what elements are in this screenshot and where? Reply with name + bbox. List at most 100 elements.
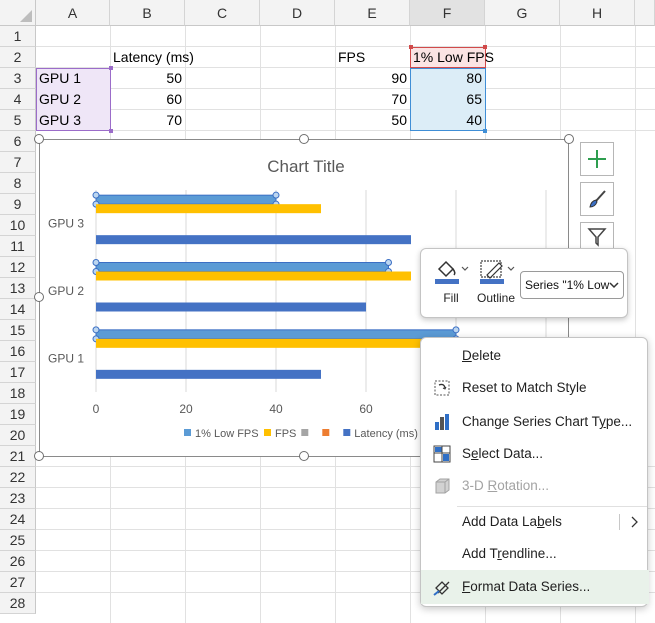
cell-f3[interactable]: 80 <box>410 68 485 89</box>
row-header-24[interactable]: 24 <box>0 509 36 530</box>
y-category-label[interactable]: GPU 2 <box>48 284 84 298</box>
row-header-17[interactable]: 17 <box>0 362 36 383</box>
column-header-c[interactable]: C <box>185 0 260 26</box>
menu-item-add-data-labels[interactable]: Add Data Labels <box>421 506 649 538</box>
bar-selection-handle[interactable] <box>272 191 280 199</box>
row-header-3[interactable]: 3 <box>0 68 36 89</box>
bar-1-low-fps[interactable] <box>95 194 277 205</box>
menu-item-change-chart-type[interactable]: Change Series Chart Type... <box>421 406 649 438</box>
range-handle[interactable] <box>409 45 413 49</box>
resize-handle-nw[interactable] <box>34 134 44 144</box>
row-header-22[interactable]: 22 <box>0 467 36 488</box>
resize-handle-s[interactable] <box>299 451 309 461</box>
legend-swatch[interactable] <box>322 429 330 436</box>
y-category-label[interactable]: GPU 1 <box>48 351 84 365</box>
column-header-d[interactable]: D <box>260 0 335 26</box>
row-header-19[interactable]: 19 <box>0 404 36 425</box>
menu-item-delete[interactable]: Delete <box>421 340 649 372</box>
row-header-7[interactable]: 7 <box>0 152 36 173</box>
cell-f2[interactable]: 1% Low FPS <box>410 47 502 68</box>
legend-swatch[interactable] <box>301 429 309 436</box>
cell-e4[interactable]: 70 <box>335 89 410 110</box>
row-header-16[interactable]: 16 <box>0 341 36 362</box>
resize-handle-n[interactable] <box>299 134 309 144</box>
resize-handle-w[interactable] <box>34 292 44 302</box>
bar-latency-ms-[interactable] <box>96 369 321 379</box>
cell-b4[interactable]: 60 <box>110 89 185 110</box>
row-header-23[interactable]: 23 <box>0 488 36 509</box>
series-select[interactable]: Series "1% Low <box>520 271 624 299</box>
x-tick-label[interactable]: 20 <box>179 402 193 416</box>
bar-1-low-fps[interactable] <box>95 262 389 272</box>
cell-b3[interactable]: 50 <box>110 68 185 89</box>
cell-b5[interactable]: 70 <box>110 110 185 131</box>
cell-f5[interactable]: 40 <box>410 110 485 131</box>
row-header-10[interactable]: 10 <box>0 215 36 236</box>
legend-swatch[interactable] <box>343 429 351 436</box>
row-header-6[interactable]: 6 <box>0 131 36 152</box>
row-header-13[interactable]: 13 <box>0 278 36 299</box>
menu-item-format-data-series[interactable]: Format Data Series... <box>421 570 649 604</box>
row-header-26[interactable]: 26 <box>0 551 36 572</box>
row-header-18[interactable]: 18 <box>0 383 36 404</box>
column-header-i[interactable] <box>635 0 655 26</box>
column-header-g[interactable]: G <box>485 0 560 26</box>
cell-a4[interactable]: GPU 2 <box>36 89 110 110</box>
outline-button[interactable]: Outline <box>473 255 519 313</box>
row-header-27[interactable]: 27 <box>0 572 36 593</box>
menu-item-select-data[interactable]: Select Data... <box>421 438 649 470</box>
legend-swatch[interactable] <box>264 429 271 436</box>
legend-label[interactable]: Latency (ms) <box>354 428 418 440</box>
chart-filters-button[interactable] <box>580 222 614 248</box>
row-header-2[interactable]: 2 <box>0 47 36 68</box>
row-header-9[interactable]: 9 <box>0 194 36 215</box>
column-header-f[interactable]: F <box>410 0 485 26</box>
bar-selection-handle[interactable] <box>92 259 100 266</box>
bar-selection-handle[interactable] <box>92 326 100 334</box>
cell-e5[interactable]: 50 <box>335 110 410 131</box>
range-handle[interactable] <box>109 129 113 133</box>
row-header-28[interactable]: 28 <box>0 593 36 614</box>
row-header-11[interactable]: 11 <box>0 236 36 257</box>
row-header-15[interactable]: 15 <box>0 320 36 341</box>
bar-selection-handle[interactable] <box>92 191 100 199</box>
range-handle[interactable] <box>483 45 487 49</box>
resize-handle-ne[interactable] <box>564 134 574 144</box>
range-handle[interactable] <box>109 66 113 70</box>
cell-f4[interactable]: 65 <box>410 89 485 110</box>
bar-1-low-fps[interactable] <box>95 329 457 340</box>
row-header-1[interactable]: 1 <box>0 26 36 47</box>
column-header-a[interactable]: A <box>36 0 110 26</box>
x-tick-label[interactable]: 40 <box>269 402 283 416</box>
bar-latency-ms-[interactable] <box>96 302 366 312</box>
legend-label[interactable]: 1% Low FPS <box>195 428 259 440</box>
row-header-8[interactable]: 8 <box>0 173 36 194</box>
legend-swatch[interactable] <box>184 429 191 436</box>
row-header-25[interactable]: 25 <box>0 530 36 551</box>
column-header-e[interactable]: E <box>335 0 410 26</box>
cell-a5[interactable]: GPU 3 <box>36 110 110 131</box>
resize-handle-sw[interactable] <box>34 451 44 461</box>
row-header-12[interactable]: 12 <box>0 257 36 278</box>
range-handle[interactable] <box>483 129 487 133</box>
spreadsheet[interactable]: A B C D E F G H 1 2 3 4 5 6 7 8 9 10 11 … <box>0 0 655 623</box>
menu-item-3d-rotation[interactable]: 3-D Rotation... <box>421 470 649 502</box>
x-tick-label[interactable]: 60 <box>359 402 373 416</box>
cell-e3[interactable]: 90 <box>335 68 410 89</box>
row-header-20[interactable]: 20 <box>0 425 36 446</box>
column-header-b[interactable]: B <box>110 0 185 26</box>
x-tick-label[interactable]: 0 <box>93 402 100 416</box>
chart-elements-button[interactable] <box>580 142 614 176</box>
chart-styles-button[interactable] <box>580 182 614 216</box>
column-header-h[interactable]: H <box>560 0 635 26</box>
menu-item-reset-style[interactable]: Reset to Match Style <box>421 372 649 404</box>
y-category-label[interactable]: GPU 3 <box>48 217 84 231</box>
select-all-corner[interactable] <box>0 0 36 26</box>
legend-label[interactable]: FPS <box>275 428 296 440</box>
row-header-4[interactable]: 4 <box>0 89 36 110</box>
bar-fps[interactable] <box>96 271 411 281</box>
bar-selection-handle[interactable] <box>452 326 460 334</box>
bar-latency-ms-[interactable] <box>96 235 411 245</box>
row-header-5[interactable]: 5 <box>0 110 36 131</box>
cell-e2[interactable]: FPS <box>335 47 410 68</box>
